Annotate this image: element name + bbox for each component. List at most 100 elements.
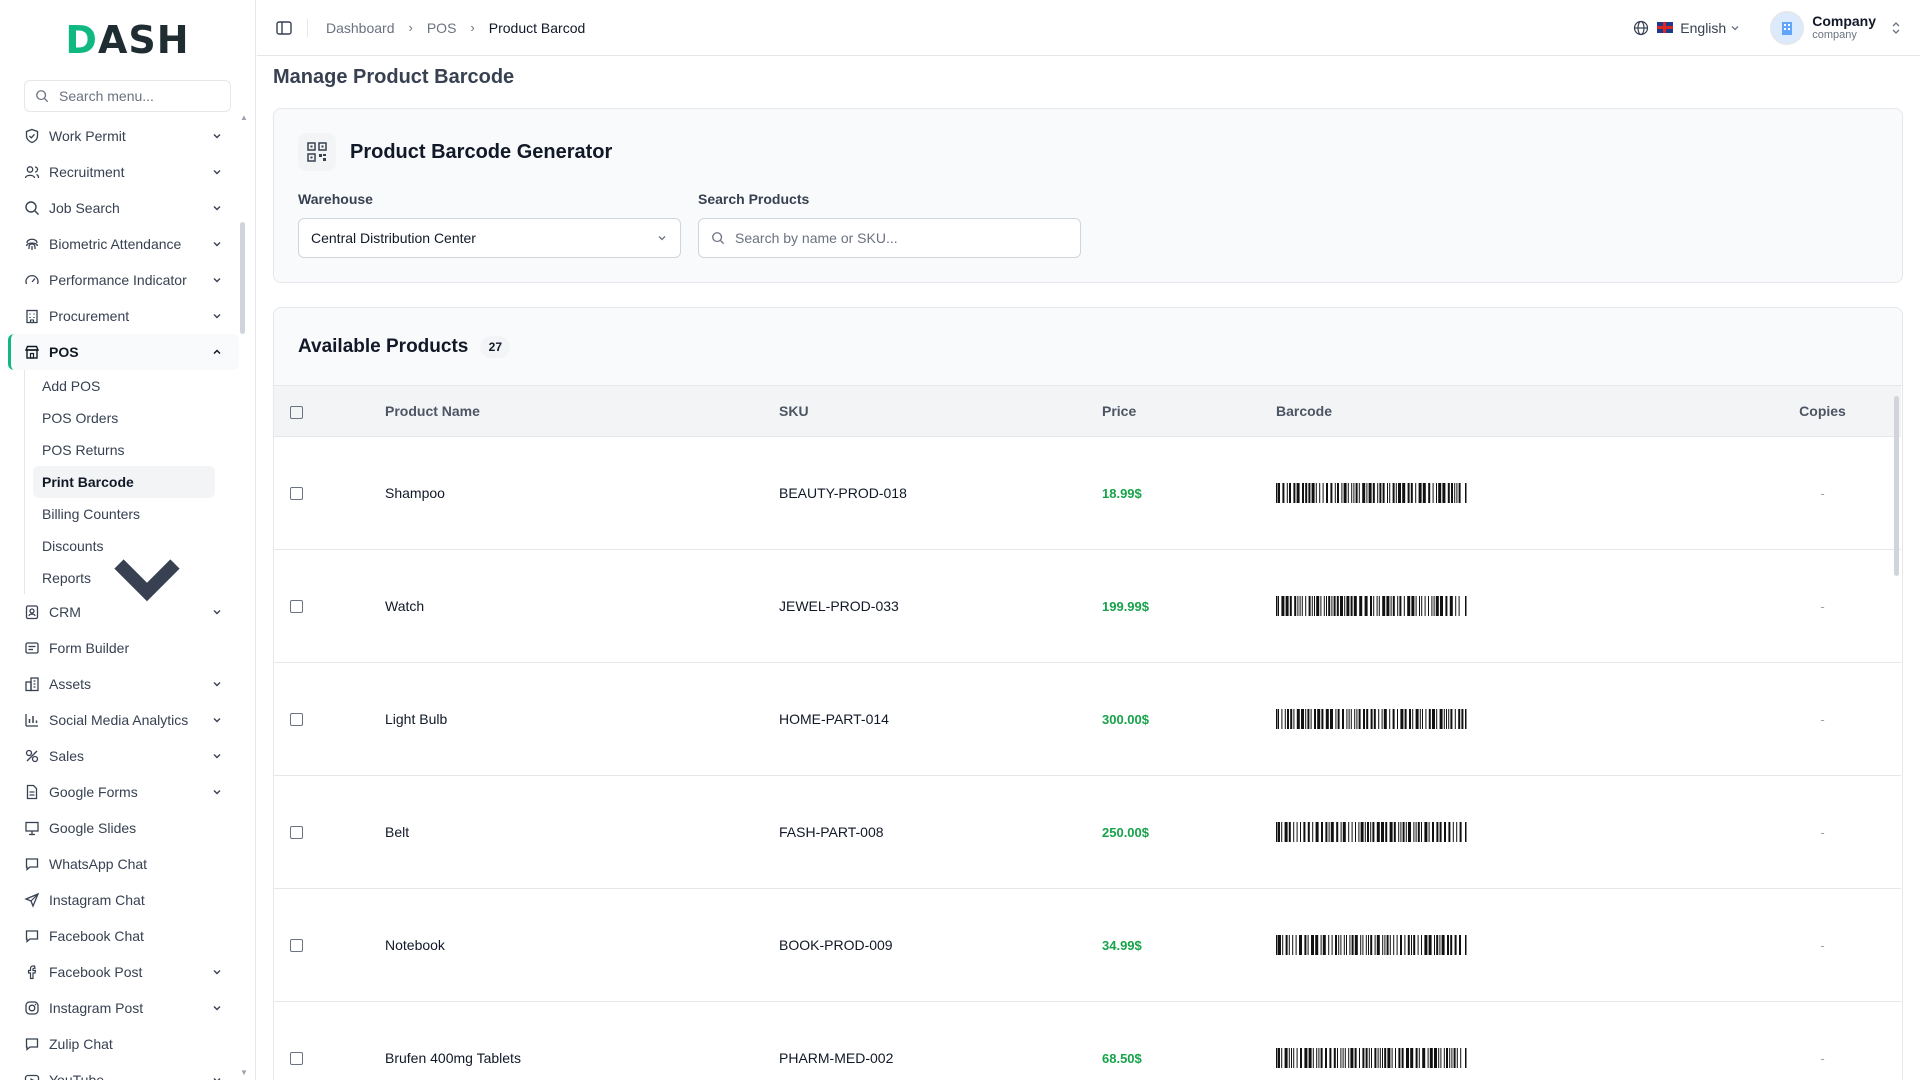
sidebar-search-input[interactable]: Search menu...	[24, 80, 231, 112]
table-row[interactable]: Shampoo BEAUTY-PROD-018 18.99$ -	[274, 436, 1901, 550]
sidebar-scrollbar[interactable]	[240, 222, 245, 334]
sidebar-nav: Work Permit Recruitment Job Search Biometri…	[0, 118, 255, 1080]
sidebar-item-work-permit[interactable]: Work Permit	[8, 118, 239, 154]
column-header-price[interactable]: Price	[1102, 386, 1276, 437]
column-header-sku[interactable]: SKU	[779, 386, 1102, 437]
row-checkbox[interactable]	[290, 713, 303, 727]
chat-icon	[25, 930, 39, 943]
table-scrollbar[interactable]	[1894, 396, 1899, 576]
sidebar-item-google-forms[interactable]: Google Forms	[8, 774, 239, 810]
product-search-input[interactable]	[735, 230, 1055, 246]
product-copies: -	[1820, 598, 1825, 614]
sidebar-item-zulip-chat[interactable]: Zulip Chat	[8, 1026, 239, 1062]
warehouse-select[interactable]: Central Distribution Center	[298, 218, 681, 258]
row-checkbox[interactable]	[290, 600, 303, 614]
table-row[interactable]: Brufen 400mg Tablets PHARM-MED-002 68.50$ -	[274, 1001, 1901, 1080]
select-all-checkbox[interactable]	[290, 405, 303, 419]
chevron-right-icon: ›	[408, 20, 413, 35]
sidebar-item-label: Instagram Post	[49, 1000, 144, 1016]
chevron-down-icon	[213, 1006, 221, 1011]
sidebar-item-sales[interactable]: Sales	[8, 738, 239, 774]
building-icon	[1782, 21, 1793, 35]
sidebar-item-form-builder[interactable]: Form Builder	[8, 630, 239, 666]
sidebar-item-crm[interactable]: CRM	[8, 594, 239, 630]
sidebar-scroll-up[interactable]: ▲	[240, 113, 248, 122]
column-header-copies: Copies	[1744, 386, 1901, 437]
products-table: Product Name SKU Price Barcode Copies Sh…	[274, 386, 1901, 1080]
sidebar-item-facebook-chat[interactable]: Facebook Chat	[8, 918, 239, 954]
column-header-name[interactable]: Product Name	[385, 386, 779, 437]
chat-icon	[25, 1038, 39, 1051]
sidebar-item-procurement[interactable]: Procurement	[8, 298, 239, 334]
chevron-down-icon	[213, 970, 221, 975]
uk-flag-icon	[1657, 22, 1674, 33]
header-divider	[307, 18, 308, 37]
barcode-image	[1276, 595, 1467, 616]
sidebar-item-facebook-post[interactable]: Facebook Post	[8, 954, 239, 990]
sidebar-item-performance-indicator[interactable]: Performance Indicator	[8, 262, 239, 298]
row-checkbox[interactable]	[290, 1052, 303, 1066]
bar-chart-icon	[25, 714, 38, 727]
facebook-icon	[27, 965, 37, 980]
chevron-down-icon	[213, 278, 221, 283]
row-checkbox[interactable]	[290, 487, 303, 501]
submenu-item-add-pos[interactable]: Add POS	[25, 370, 215, 402]
language-selector[interactable]: English	[1633, 20, 1740, 36]
row-checkbox[interactable]	[290, 826, 303, 840]
warehouse-select-value: Central Distribution Center	[311, 230, 476, 246]
product-sku: HOME-PART-014	[779, 662, 1102, 776]
chevron-down-icon	[213, 1078, 221, 1080]
barcode-image	[1276, 821, 1467, 842]
search-products-label: Search Products	[698, 191, 810, 207]
user-menu[interactable]: Company company	[1770, 10, 1902, 45]
sidebar-item-job-search[interactable]: Job Search	[8, 190, 239, 226]
submenu-item-pos-orders[interactable]: POS Orders	[25, 402, 215, 434]
sidebar-item-instagram-post[interactable]: Instagram Post	[8, 990, 239, 1026]
globe-icon	[1634, 20, 1649, 35]
table-row[interactable]: Notebook BOOK-PROD-009 34.99$ -	[274, 888, 1901, 1002]
product-price: 18.99$	[1102, 485, 1142, 501]
sidebar-item-label: Form Builder	[49, 640, 130, 656]
table-row[interactable]: Belt FASH-PART-008 250.00$ -	[274, 775, 1901, 889]
sidebar-item-label: Recruitment	[49, 164, 125, 180]
shield-check-icon	[25, 128, 39, 144]
sidebar-item-label: CRM	[49, 604, 81, 620]
product-search-box[interactable]	[698, 218, 1081, 258]
breadcrumb-dashboard[interactable]: Dashboard	[326, 20, 395, 36]
sidebar: DASH Search menu... Work Permit Recruitme…	[0, 0, 256, 1080]
products-count-badge: 27	[480, 335, 511, 358]
sidebar-item-assets[interactable]: Assets	[8, 666, 239, 702]
sidebar-item-label: Biometric Attendance	[49, 236, 182, 252]
submenu-item-reports[interactable]: Reports	[25, 559, 215, 602]
submenu-item-label: Reports	[42, 570, 92, 586]
chevron-down-icon	[213, 242, 221, 247]
chevron-down-icon	[213, 170, 221, 175]
product-name: Light Bulb	[385, 662, 779, 776]
sidebar-item-youtube[interactable]: YouTube	[8, 1062, 239, 1080]
sidebar-item-label: POS	[49, 344, 79, 360]
breadcrumb-pos[interactable]: POS	[427, 20, 457, 36]
sidebar-item-social-media-analytics[interactable]: Social Media Analytics	[8, 702, 239, 738]
sidebar-item-pos[interactable]: POS	[8, 334, 239, 370]
generator-title: Product Barcode Generator	[350, 140, 613, 163]
submenu-item-pos-returns[interactable]: POS Returns	[25, 434, 215, 466]
row-checkbox[interactable]	[290, 939, 303, 953]
pos-submenu: Add POS POS Orders POS Returns Print Barcod…	[24, 370, 255, 602]
product-name: Shampoo	[385, 436, 779, 550]
sidebar-scroll-down[interactable]: ▼	[240, 1068, 248, 1077]
sidebar-item-google-slides[interactable]: Google Slides	[8, 810, 239, 846]
chevron-down-icon	[213, 718, 221, 723]
sidebar-item-whatsapp-chat[interactable]: WhatsApp Chat	[8, 846, 239, 882]
chevron-down-icon	[213, 682, 221, 687]
sidebar-toggle-icon[interactable]	[275, 19, 293, 37]
submenu-item-print-barcode[interactable]: Print Barcode	[33, 466, 215, 498]
barcode-image	[1276, 482, 1467, 503]
brand-logo[interactable]: DASH	[0, 0, 255, 80]
sidebar-item-instagram-chat[interactable]: Instagram Chat	[8, 882, 239, 918]
sidebar-item-recruitment[interactable]: Recruitment	[8, 154, 239, 190]
table-row[interactable]: Watch JEWEL-PROD-033 199.99$ -	[274, 549, 1901, 663]
sidebar-item-biometric-attendance[interactable]: Biometric Attendance	[8, 226, 239, 262]
table-row[interactable]: Light Bulb HOME-PART-014 300.00$ -	[274, 662, 1901, 776]
users-icon	[24, 166, 40, 179]
product-price: 68.50$	[1102, 1050, 1142, 1066]
